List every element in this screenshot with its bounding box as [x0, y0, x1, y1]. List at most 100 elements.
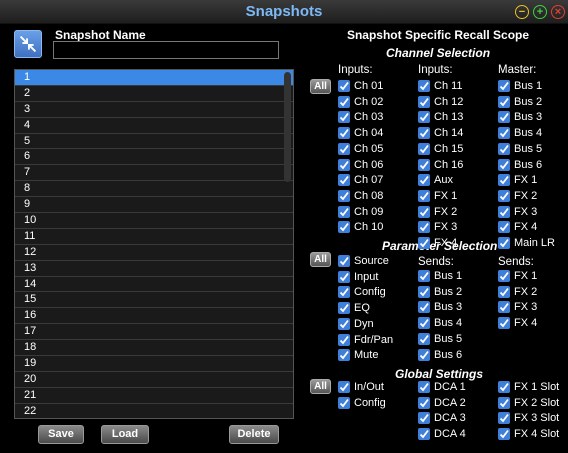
channel-checkbox[interactable]: Ch 13 [418, 111, 463, 125]
global-checkbox[interactable]: DCA 1 [418, 381, 466, 395]
snapshot-list-item[interactable]: 1 [15, 70, 293, 86]
checkbox-checked-icon[interactable] [338, 189, 350, 202]
checkbox-checked-icon[interactable] [338, 302, 350, 315]
snapshot-list-item[interactable]: 18 [15, 340, 293, 357]
checkbox-checked-icon[interactable] [418, 174, 430, 187]
channel-checkbox[interactable]: FX 1 [498, 174, 537, 188]
channel-checkbox[interactable]: Bus 6 [498, 158, 542, 173]
checkbox-checked-icon[interactable] [498, 80, 510, 92]
snapshot-list-item[interactable]: 6 [15, 149, 293, 166]
checkbox-checked-icon[interactable] [498, 412, 510, 425]
checkbox-checked-icon[interactable] [498, 95, 510, 108]
checkbox-checked-icon[interactable] [418, 189, 430, 202]
checkbox-checked-icon[interactable] [338, 333, 350, 346]
checkbox-checked-icon[interactable] [338, 286, 350, 299]
load-button[interactable]: Load [101, 425, 149, 444]
checkbox-checked-icon[interactable] [418, 317, 430, 330]
channel-checkbox[interactable]: Ch 09 [338, 205, 383, 220]
global-checkbox[interactable]: DCA 3 [418, 412, 466, 426]
checkbox-checked-icon[interactable] [338, 205, 350, 218]
checkbox-checked-icon[interactable] [418, 348, 430, 361]
channel-checkbox[interactable]: Ch 10 [338, 221, 383, 235]
checkbox-checked-icon[interactable] [338, 111, 350, 124]
snapshot-list-item[interactable]: 15 [15, 292, 293, 309]
checkbox-checked-icon[interactable] [338, 396, 350, 409]
global-checkbox[interactable]: DCA 4 [418, 428, 466, 442]
parameter-checkbox[interactable]: FX 3 [498, 301, 537, 315]
checkbox-checked-icon[interactable] [338, 381, 350, 393]
channel-checkbox[interactable]: Ch 01 [338, 80, 383, 94]
snapshot-list-item[interactable]: 5 [15, 134, 293, 150]
checkbox-checked-icon[interactable] [498, 142, 510, 155]
checkbox-checked-icon[interactable] [498, 237, 510, 249]
channel-checkbox[interactable]: Bus 2 [498, 95, 542, 110]
channel-checkbox[interactable]: FX 1 [418, 189, 457, 204]
parameter-checkbox[interactable]: Bus 3 [418, 301, 462, 315]
channel-checkbox[interactable]: Ch 14 [418, 127, 463, 141]
snapshot-name-input[interactable] [53, 41, 279, 59]
parameter-checkbox[interactable]: Bus 6 [418, 348, 462, 363]
checkbox-checked-icon[interactable] [418, 396, 430, 409]
global-checkbox[interactable]: DCA 2 [418, 396, 466, 411]
snapshot-list-item[interactable]: 2 [15, 86, 293, 102]
channel-checkbox[interactable]: FX 2 [418, 205, 457, 220]
snapshot-list-item[interactable]: 22 [15, 404, 293, 418]
global-checkbox[interactable]: FX 1 Slot [498, 381, 559, 395]
parameter-checkbox[interactable]: Source [338, 255, 389, 269]
channel-checkbox[interactable]: Ch 12 [418, 95, 463, 110]
channel-checkbox[interactable]: Ch 08 [338, 189, 383, 204]
checkbox-checked-icon[interactable] [418, 205, 430, 218]
checkbox-checked-icon[interactable] [498, 301, 510, 314]
parameter-checkbox[interactable]: Dyn [338, 317, 374, 332]
checkbox-checked-icon[interactable] [498, 127, 510, 140]
parameter-checkbox[interactable]: FX 2 [498, 285, 537, 300]
channel-checkbox[interactable]: Bus 5 [498, 142, 542, 157]
channel-all-button[interactable]: All [310, 79, 331, 94]
snapshot-list-item[interactable]: 20 [15, 372, 293, 388]
delete-button[interactable]: Delete [229, 425, 279, 444]
snapshot-list[interactable]: 1 2 3 4 5 6 7 8 9 10 11 12 13 14 15 16 17 18 19 20 21 22 [14, 69, 294, 419]
global-all-button[interactable]: All [310, 379, 331, 394]
channel-checkbox[interactable]: FX 3 [418, 221, 457, 235]
snapshot-list-item[interactable]: 7 [15, 165, 293, 182]
channel-checkbox[interactable]: Ch 04 [338, 127, 383, 141]
parameter-checkbox[interactable]: Bus 2 [418, 285, 462, 300]
channel-checkbox[interactable]: Bus 4 [498, 127, 542, 141]
checkbox-checked-icon[interactable] [498, 270, 510, 282]
global-checkbox[interactable]: In/Out [338, 381, 384, 395]
channel-checkbox[interactable]: Ch 16 [418, 158, 463, 173]
snapshot-list-item[interactable]: 19 [15, 356, 293, 372]
checkbox-checked-icon[interactable] [418, 285, 430, 298]
checkbox-checked-icon[interactable] [418, 270, 430, 282]
checkbox-checked-icon[interactable] [338, 127, 350, 140]
snapshot-list-item[interactable]: 4 [15, 118, 293, 134]
save-button[interactable]: Save [38, 425, 84, 444]
checkbox-checked-icon[interactable] [498, 158, 510, 171]
global-checkbox[interactable]: FX 3 Slot [498, 412, 559, 426]
global-checkbox[interactable]: FX 4 Slot [498, 428, 559, 442]
channel-checkbox[interactable]: Bus 3 [498, 111, 542, 125]
snapshot-list-item[interactable]: 21 [15, 388, 293, 404]
parameter-checkbox[interactable]: Input [338, 270, 378, 285]
snapshot-list-item[interactable]: 8 [15, 181, 293, 198]
checkbox-checked-icon[interactable] [338, 174, 350, 187]
checkbox-checked-icon[interactable] [498, 428, 510, 441]
channel-checkbox[interactable]: Ch 03 [338, 111, 383, 125]
checkbox-checked-icon[interactable] [418, 111, 430, 124]
channel-checkbox[interactable]: Ch 11 [418, 80, 463, 94]
snapshot-list-item[interactable]: 11 [15, 229, 293, 245]
snapshot-list-item[interactable]: 9 [15, 197, 293, 214]
checkbox-checked-icon[interactable] [338, 349, 350, 362]
checkbox-checked-icon[interactable] [498, 317, 510, 330]
parameter-checkbox[interactable]: Bus 1 [418, 270, 462, 284]
channel-checkbox[interactable]: Ch 15 [418, 142, 463, 157]
parameter-checkbox[interactable]: Fdr/Pan [338, 333, 393, 348]
list-scrollbar[interactable] [284, 72, 291, 182]
channel-checkbox[interactable]: FX 4 [498, 221, 537, 235]
checkbox-checked-icon[interactable] [418, 428, 430, 441]
snapshot-list-item[interactable]: 14 [15, 277, 293, 293]
channel-checkbox[interactable]: FX 2 [498, 189, 537, 204]
checkbox-checked-icon[interactable] [338, 142, 350, 155]
channel-checkbox[interactable]: FX 4 [418, 237, 457, 251]
checkbox-checked-icon[interactable] [338, 80, 350, 92]
